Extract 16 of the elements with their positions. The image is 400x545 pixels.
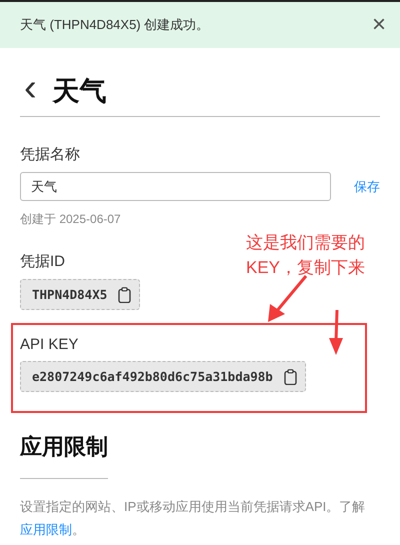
name-input[interactable]: 天气 [20,172,331,201]
created-date: 创建于 2025-06-07 [20,211,121,228]
section-title: 应用限制 [20,432,108,479]
field-label: 凭据名称 [20,145,80,164]
page-title: 天气 [52,75,107,108]
field-label: API KEY [20,336,78,353]
restrictions-link[interactable]: 应用限制 [20,522,72,537]
field-label: 凭据ID [20,252,65,271]
back-button[interactable]: ‹ [20,69,41,107]
section-description: 设置指定的网站、IP或移动应用使用当前凭据请求API。了解 应用限制。 [20,498,366,539]
code-value: e2807249c6af492b80d6c75a31bda98b [32,369,273,384]
close-button[interactable]: × [372,13,386,37]
annotation-text: 这是我们需要的 KEY，复制下来 [246,232,366,279]
save-link[interactable]: 保存 [354,178,380,196]
toast-message: 天气 (THPN4D84X5) 创建成功。 [20,16,210,34]
code-value: THPN4D84X5 [32,287,108,302]
